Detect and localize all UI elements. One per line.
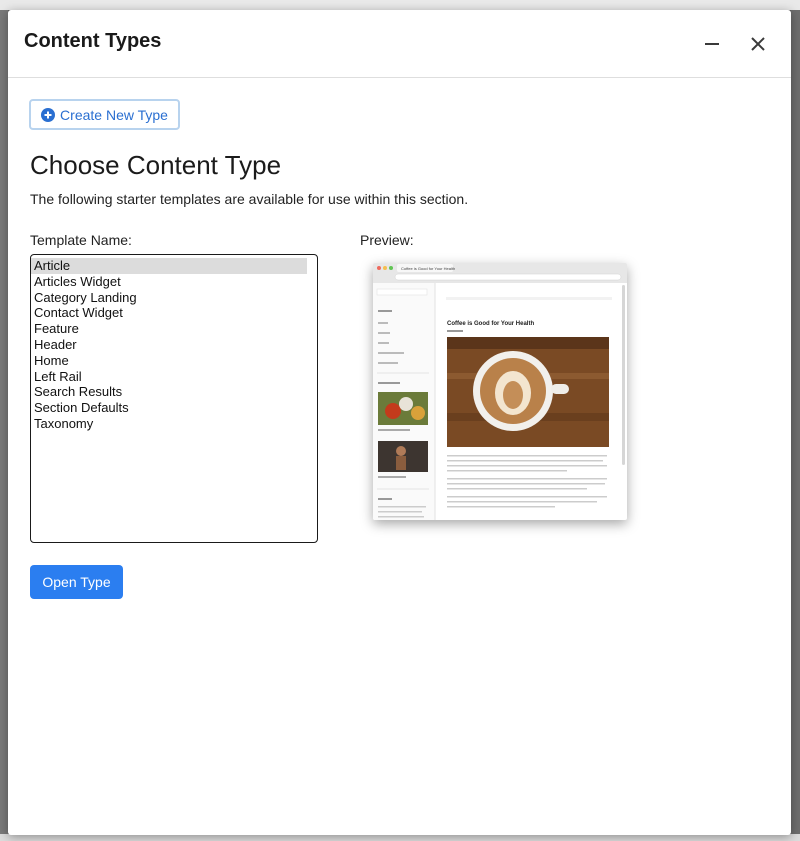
background-app-bottom-strip xyxy=(0,834,800,841)
section-description: The following starter templates are avai… xyxy=(30,191,469,207)
list-item-home[interactable]: Home xyxy=(31,353,317,369)
list-item-left-rail[interactable]: Left Rail xyxy=(31,369,317,385)
list-item-taxonomy[interactable]: Taxonomy xyxy=(31,416,317,432)
list-item-articles-widget[interactable]: Articles Widget xyxy=(31,274,317,290)
page-heading: Choose Content Type xyxy=(30,150,282,180)
list-item-feature[interactable]: Feature xyxy=(31,321,317,337)
minus-icon xyxy=(705,43,719,45)
create-new-type-label: Create New Type xyxy=(60,106,168,123)
dialog-header: Content Types xyxy=(8,10,791,78)
create-new-type-button[interactable]: Create New Type xyxy=(29,99,180,130)
plus-circle-icon xyxy=(41,107,56,122)
content-types-dialog: Content Types Create New Type Choose Con… xyxy=(8,10,791,835)
list-item-search-results[interactable]: Search Results xyxy=(31,384,317,400)
minimize-button[interactable] xyxy=(700,32,724,56)
preview-label: Preview: xyxy=(360,232,414,248)
list-item-category-landing[interactable]: Category Landing xyxy=(31,290,317,306)
background-app-left-edge xyxy=(0,10,8,835)
preview-screenshot: Coffee is Good for Your Health Coffee is… xyxy=(373,263,627,520)
background-app-right-edge xyxy=(791,10,800,835)
close-button[interactable] xyxy=(746,32,770,56)
list-item-section-defaults[interactable]: Section Defaults xyxy=(31,400,317,416)
list-item-contact-widget[interactable]: Contact Widget xyxy=(31,305,317,321)
preview-browser-tab: Coffee is Good for Your Health xyxy=(401,266,455,271)
list-item-header[interactable]: Header xyxy=(31,337,317,353)
list-item-article[interactable]: Article xyxy=(31,258,307,274)
window-close-dot-icon xyxy=(377,266,381,270)
window-zoom-dot-icon xyxy=(389,266,393,270)
template-preview-image: Coffee is Good for Your Health Coffee is… xyxy=(373,263,627,520)
template-listbox[interactable]: Article Articles Widget Category Landing… xyxy=(30,254,318,543)
background-app-strip xyxy=(0,0,800,10)
close-icon xyxy=(751,37,765,51)
dialog-title: Content Types xyxy=(24,30,162,52)
window-minimize-dot-icon xyxy=(383,266,387,270)
preview-article-title: Coffee is Good for Your Health xyxy=(447,321,534,327)
open-type-button[interactable]: Open Type xyxy=(30,565,123,599)
template-name-label: Template Name: xyxy=(30,232,132,248)
